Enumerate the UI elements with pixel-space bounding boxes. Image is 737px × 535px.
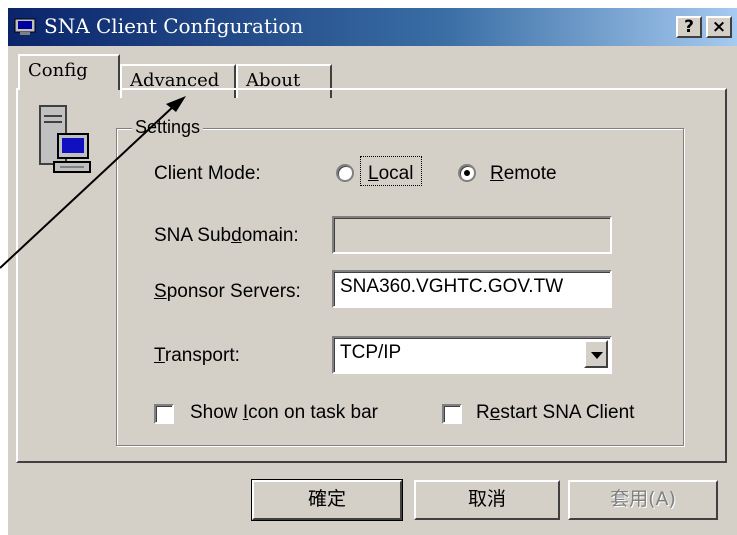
show-icon-checkbox[interactable]	[154, 404, 174, 424]
transport-value: TCP/IP	[340, 342, 402, 363]
dropdown-arrow-button[interactable]	[584, 340, 608, 368]
title-bar[interactable]: SNA Client Configuration ? ×	[8, 8, 737, 46]
transport-label: Transport:	[154, 345, 240, 366]
chevron-down-icon	[591, 352, 603, 359]
radio-remote-dot	[464, 170, 470, 176]
ok-button[interactable]: 確定	[251, 479, 403, 521]
subdomain-label: SNA Subdomain:	[154, 225, 299, 246]
radio-remote[interactable]	[458, 164, 476, 182]
settings-group-title: Settings	[132, 117, 204, 138]
close-button[interactable]: ×	[706, 16, 732, 38]
help-button[interactable]: ?	[676, 16, 702, 38]
sponsor-servers-input[interactable]: SNA360.VGHTC.GOV.TW	[332, 270, 612, 308]
radio-remote-label[interactable]: Remote	[490, 163, 557, 185]
computer-icon	[39, 105, 91, 173]
client-mode-label: Client Mode:	[154, 163, 261, 184]
transport-select[interactable]: TCP/IP	[332, 336, 612, 374]
apply-button[interactable]: 套用(A)	[568, 480, 718, 520]
radio-local[interactable]	[336, 164, 354, 182]
app-icon	[14, 18, 36, 35]
tab-config[interactable]: Config	[18, 54, 120, 90]
restart-checkbox[interactable]	[442, 404, 462, 424]
show-icon-label[interactable]: Show Icon on task bar	[190, 402, 378, 424]
radio-local-label[interactable]: Local	[368, 163, 413, 185]
sponsor-servers-label: Sponsor Servers:	[154, 281, 301, 302]
window-title: SNA Client Configuration	[44, 14, 304, 38]
cancel-button[interactable]: 取消	[414, 480, 560, 520]
subdomain-field[interactable]	[332, 216, 612, 254]
restart-label[interactable]: Restart SNA Client	[476, 402, 634, 424]
